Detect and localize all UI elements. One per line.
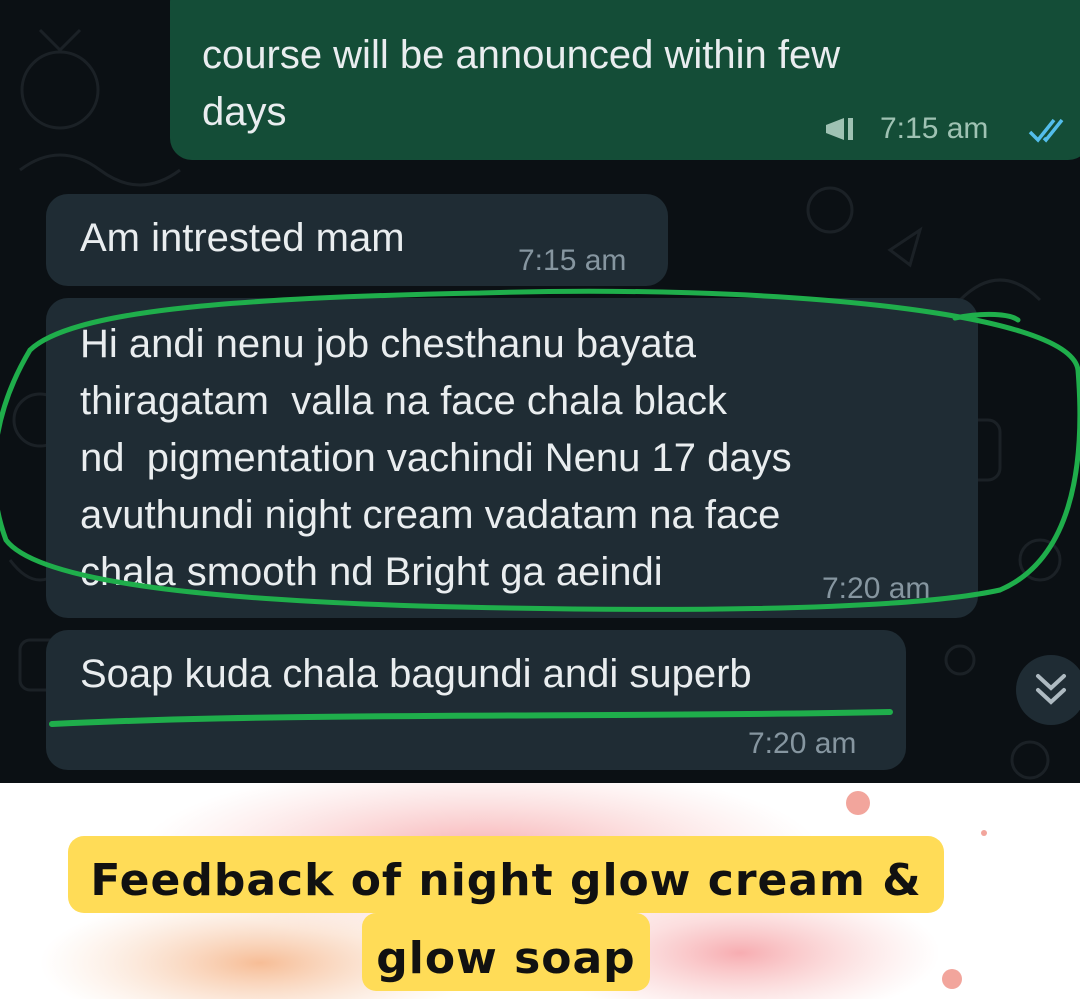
double-chevron-down-icon <box>1036 674 1066 705</box>
message-time: 7:15 am <box>880 112 989 145</box>
message-text: Hi andi nenu job chesthanu bayata thirag… <box>80 322 792 594</box>
megaphone-icon <box>826 118 853 140</box>
chat-area: course will be announced within few days… <box>0 0 1080 783</box>
double-check-icon <box>1028 118 1064 143</box>
message-text: Soap kuda chala bagundi andi superb <box>80 652 752 696</box>
scroll-down-button[interactable] <box>1016 655 1080 725</box>
message-text: Am intrested mam <box>80 216 405 260</box>
message-time: 7:20 am <box>822 572 931 605</box>
message-time: 7:20 am <box>748 727 857 760</box>
caption-text: Feedback of night glow cream & glow soap <box>90 855 922 984</box>
message-time: 7:15 am <box>518 244 627 277</box>
